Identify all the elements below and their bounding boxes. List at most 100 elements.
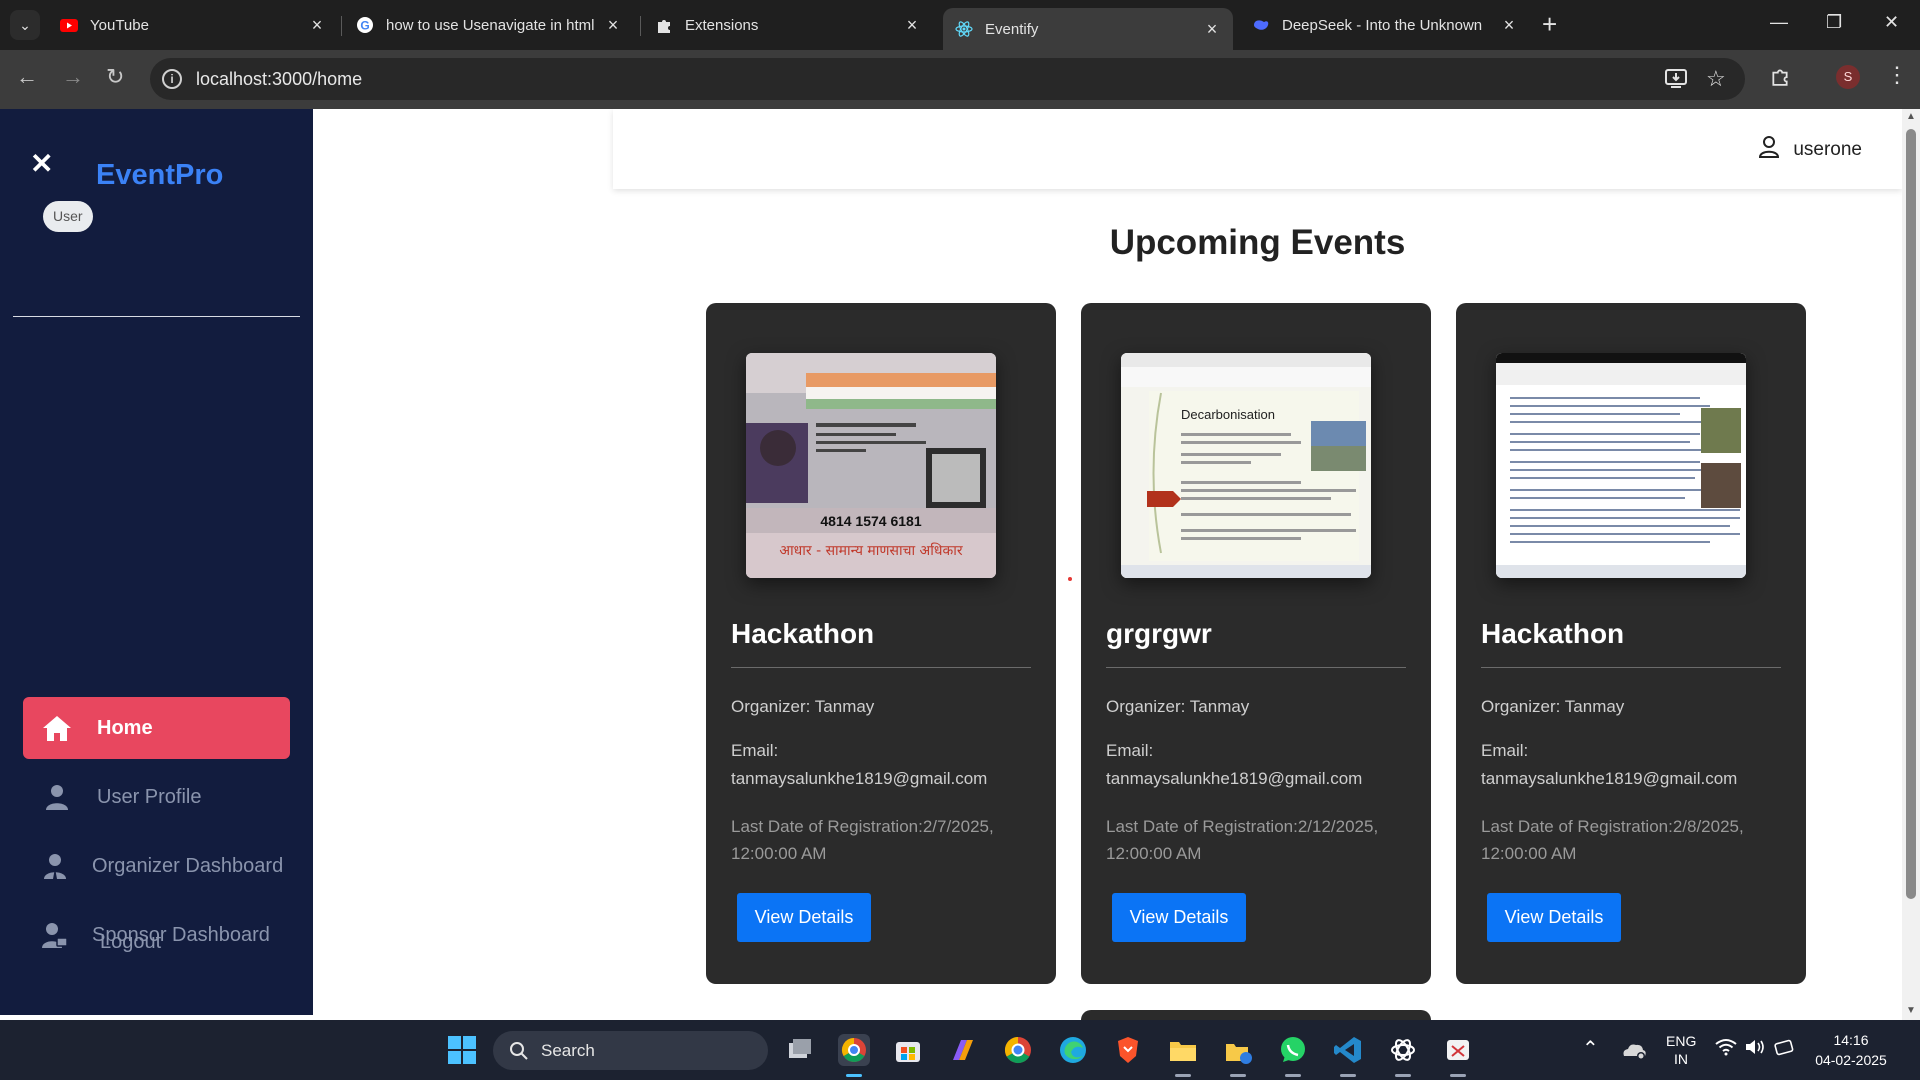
close-tab-icon[interactable]: × [903,15,921,36]
card-divider [1481,667,1781,668]
close-tab-icon[interactable]: × [308,15,326,36]
running-app-indicator [1340,1074,1356,1077]
scroll-up-arrow-icon[interactable]: ▲ [1906,111,1916,122]
close-window-icon[interactable]: ✕ [1884,12,1899,33]
battery-icon[interactable] [1774,1038,1796,1059]
event-email: tanmaysalunkhe1819@gmail.com [1481,769,1738,788]
sidebar-item-home[interactable]: Home [23,697,290,759]
browser-tab-strip: ⌄ YouTube × G how to use Usenavigate in … [0,0,1920,50]
profile-avatar[interactable]: S [1836,65,1860,89]
microsoft-store-icon[interactable] [892,1034,924,1066]
tab-extensions[interactable]: Extensions × [643,8,933,42]
sidebar-item-user-profile[interactable]: User Profile [23,766,290,828]
site-info-icon[interactable]: i [162,69,182,89]
task-view-icon[interactable] [783,1034,815,1066]
home-icon [17,714,97,742]
restore-icon[interactable]: ❐ [1826,12,1842,33]
running-app-indicator [1285,1074,1301,1077]
wifi-icon[interactable] [1715,1038,1737,1059]
close-tab-icon[interactable]: × [1203,19,1221,40]
sidebar-divider [13,316,300,317]
install-app-icon[interactable] [1665,69,1687,95]
organizer-icon [17,853,92,879]
logout-link[interactable]: Logout [100,931,161,954]
tab-eventify[interactable]: Eventify × [943,8,1233,50]
cursor-dot [1068,577,1072,581]
tab-google-search[interactable]: G how to use Usenavigate in html × [344,8,634,42]
tab-deepseek[interactable]: DeepSeek - Into the Unknown × [1240,8,1530,42]
chevron-down-icon: ⌄ [19,16,31,33]
vscode-icon[interactable] [1332,1034,1364,1066]
event-email: tanmaysalunkhe1819@gmail.com [1106,769,1363,788]
brave-icon[interactable] [1112,1034,1144,1066]
clock-date: 04-02-2025 [1815,1052,1887,1068]
event-name: grgrgwr [1106,618,1212,649]
event-card: 4814 1574 6181 आधार - सामान्य माणसाचा अध… [706,303,1056,984]
minimize-icon[interactable]: — [1770,12,1788,33]
page-title: Upcoming Events [1109,223,1406,262]
sidebar-item-label: Organizer Dashboard [92,854,284,877]
scroll-down-arrow-icon[interactable]: ▼ [1906,1005,1916,1016]
page-viewport: ✕ EventPro User Home User Profile Organi… [0,109,1902,1020]
event-organizer: Organizer: Tanmay [1106,697,1250,716]
user-icon [17,784,97,810]
file-share-icon[interactable] [1222,1034,1254,1066]
language-code: ENG [1666,1033,1697,1049]
show-hidden-icons-chevron-icon[interactable]: ⌃ [1582,1036,1599,1061]
view-details-button[interactable]: View Details [1487,893,1621,942]
brand-name[interactable]: EventPro [96,159,223,192]
back-arrow-icon[interactable]: ← [16,64,38,90]
chrome-icon[interactable] [1002,1034,1034,1066]
view-details-button[interactable]: View Details [737,893,871,942]
close-icon[interactable]: ✕ [30,147,53,180]
extensions-puzzle-icon[interactable] [1770,66,1790,92]
sidebar-item-organizer-dashboard[interactable]: Organizer Dashboard [23,835,290,897]
deepseek-icon [1252,16,1270,34]
kebab-menu-icon[interactable]: ⋮ [1886,62,1908,88]
forward-arrow-icon[interactable]: → [62,64,84,90]
windows-start-icon[interactable] [446,1034,478,1066]
event-organizer: Organizer: Tanmay [731,697,875,716]
event-image: 4814 1574 6181 आधार - सामान्य माणसाचा अध… [746,353,996,578]
language-indicator[interactable]: ENG IN [1666,1032,1696,1068]
sponsor-icon [17,922,92,948]
tab-title: DeepSeek - Into the Unknown [1282,16,1483,34]
volume-icon[interactable] [1744,1038,1766,1059]
bookmark-star-icon[interactable]: ☆ [1706,66,1726,92]
whatsapp-icon[interactable] [1277,1034,1309,1066]
file-explorer-icon[interactable] [1167,1034,1199,1066]
snipping-tool-icon[interactable] [1442,1034,1474,1066]
search-placeholder: Search [541,1040,595,1060]
close-tab-icon[interactable]: × [1500,15,1518,36]
event-deadline: Last Date of Registration:2/12/2025, 12:… [1106,817,1379,863]
running-app-indicator [1230,1074,1246,1077]
tab-separator [341,16,342,36]
youtube-icon [60,16,78,34]
url-text: localhost:3000/home [196,69,363,89]
page-scrollbar[interactable]: ▲ ▼ [1902,109,1920,1020]
running-app-indicator [1450,1074,1466,1077]
copilot-icon[interactable] [947,1034,979,1066]
svg-text:G: G [360,19,369,33]
scrollbar-thumb[interactable] [1906,129,1916,899]
event-card: Hackathon Organizer: Tanmay Email: tanma… [1456,303,1806,984]
image-caption: आधार - सामान्य माणसाचा अधिकार [779,542,962,559]
onedrive-icon[interactable] [1620,1036,1648,1064]
tab-search-button[interactable]: ⌄ [10,10,40,40]
clock[interactable]: 14:16 04-02-2025 [1806,1030,1896,1070]
address-bar[interactable]: i localhost:3000/home ☆ [150,58,1745,100]
edge-icon[interactable] [1057,1034,1089,1066]
active-app-indicator [846,1074,862,1077]
image-text: Decarbonisation [1181,407,1275,422]
close-tab-icon[interactable]: × [604,15,622,36]
view-details-button[interactable]: View Details [1112,893,1246,942]
chrome-icon[interactable] [838,1034,870,1066]
new-tab-button[interactable]: + [1542,11,1557,37]
reload-icon[interactable]: ↻ [106,64,124,90]
browser-toolbar: ← → ↻ i localhost:3000/home ☆ S ⋮ [0,50,1920,109]
chatgpt-icon[interactable] [1387,1034,1419,1066]
user-menu[interactable]: userone [1759,136,1862,164]
tab-youtube[interactable]: YouTube × [48,8,338,42]
puzzle-icon [655,16,673,34]
taskbar-search[interactable]: Search [493,1031,768,1070]
